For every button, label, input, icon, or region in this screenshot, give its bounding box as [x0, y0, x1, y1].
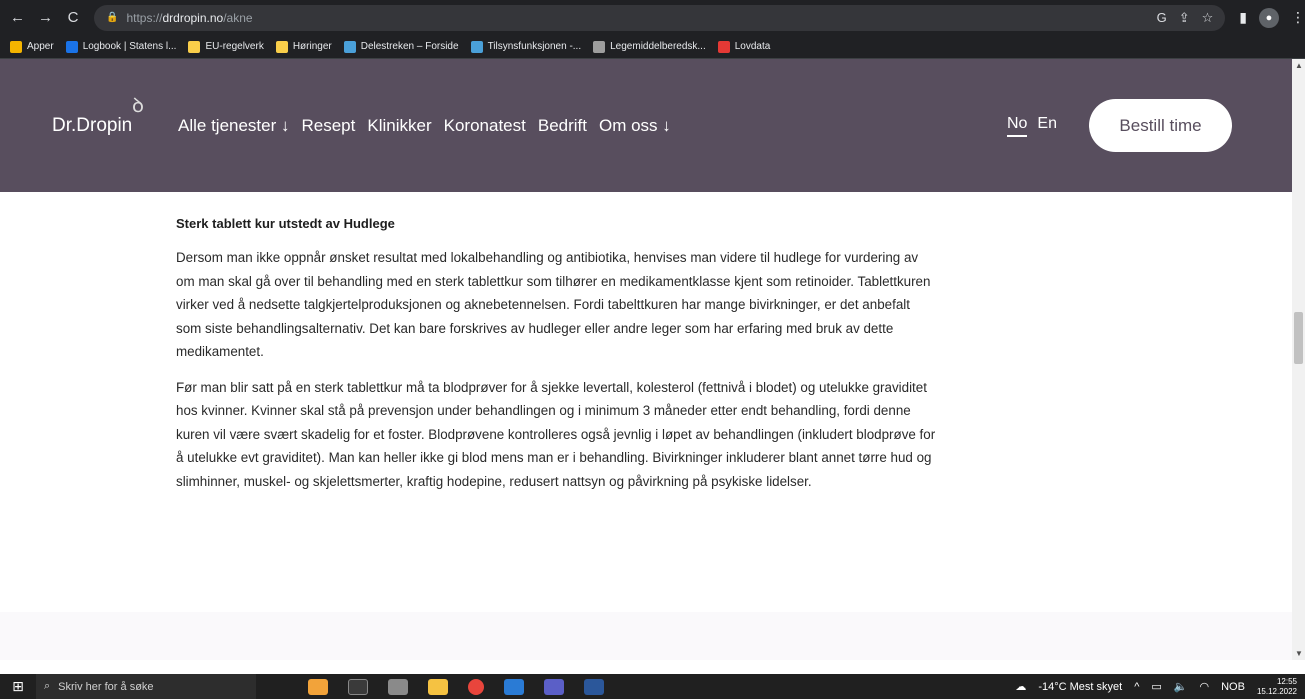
article-paragraph-1: Dersom man ikke oppnår ønsket resultat m…: [176, 250, 931, 359]
app-icon[interactable]: [388, 678, 408, 695]
weather-icon: ☁: [1015, 681, 1027, 693]
word-icon[interactable]: [584, 678, 604, 695]
bookmarks-bar: Apper Logbook | Statens l... EU-regelverk H…: [0, 35, 1305, 59]
share-icon[interactable]: ⇪: [1179, 10, 1190, 26]
chevron-up-icon[interactable]: ^: [1134, 681, 1139, 693]
page-viewport: Dr.Dropin ꝺ Alle tjenester ↓ Resept Klinik…: [0, 59, 1292, 660]
teams-icon[interactable]: [544, 678, 564, 695]
bookmark-item[interactable]: Apper: [10, 40, 54, 53]
bookmark-icon: [470, 40, 483, 53]
address-bar[interactable]: 🔒 https://drdropin.no/akne G ⇪ ☆: [94, 4, 1226, 31]
scroll-up-icon[interactable]: ▲: [1295, 61, 1303, 70]
bookmark-label: Lovdata: [734, 41, 771, 52]
page-scrollbar[interactable]: ▲ ▼: [1292, 59, 1305, 660]
nav-buttons: ← → C: [10, 9, 80, 26]
url-host: drdropin.no: [162, 10, 224, 25]
widget-icon[interactable]: [308, 678, 328, 695]
menu-item[interactable]: Alle tjenester ↓: [178, 116, 290, 136]
scroll-down-icon[interactable]: ▼: [1295, 649, 1303, 658]
language-switch: No En: [1006, 115, 1057, 137]
sidepanel-icon[interactable]: ▮: [1239, 9, 1247, 26]
volume-icon[interactable]: 🔈: [1174, 680, 1188, 693]
bookmark-item[interactable]: Høringer: [275, 40, 332, 53]
article-content: Sterk tablett kur utstedt av Hudlege Der…: [176, 216, 936, 505]
bookmark-label: Tilsynsfunksjonen -...: [487, 41, 582, 52]
weather-text[interactable]: -14°C Mest skyet: [1038, 681, 1122, 693]
article-paragraph-2: Før man blir satt på en sterk tablettkur…: [176, 379, 936, 489]
file-explorer-icon[interactable]: [428, 678, 448, 695]
lang-en[interactable]: En: [1037, 115, 1057, 137]
scroll-thumb[interactable]: [1294, 312, 1303, 364]
bookmark-label: Legemiddelberedsk...: [610, 41, 706, 52]
bookmark-icon: [65, 40, 78, 53]
language-indicator[interactable]: NOB: [1221, 681, 1245, 693]
outlook-icon[interactable]: [504, 678, 524, 695]
menu-item[interactable]: Om oss ↓: [599, 116, 671, 136]
bookmark-label: Apper: [27, 41, 54, 52]
clock[interactable]: 12:55 15.12.2022: [1257, 677, 1297, 697]
taskbar: ⊞ ⌕ Skriv her for å søke ☁ -14°C Mest sk…: [0, 674, 1305, 699]
forward-icon[interactable]: →: [38, 9, 53, 26]
bookmark-label: Delestreken – Forside: [360, 41, 459, 52]
menu-item[interactable]: Klinikker: [367, 116, 431, 136]
url-path: /akne: [223, 10, 253, 25]
bookmark-item[interactable]: Legemiddelberedsk...: [593, 40, 706, 53]
reload-icon[interactable]: C: [66, 9, 80, 26]
bookmark-label: EU-regelverk: [205, 41, 264, 52]
bookmark-item[interactable]: Logbook | Statens l...: [65, 40, 177, 53]
bookmark-icon: [593, 40, 606, 53]
article-heading: Sterk tablett kur utstedt av Hudlege: [176, 216, 395, 231]
bookmark-item[interactable]: Lovdata: [717, 40, 771, 53]
book-appointment-button[interactable]: Bestill time: [1089, 99, 1232, 152]
search-icon: ⌕: [44, 680, 51, 692]
browser-toolbar: ← → C 🔒 https://drdropin.no/akne G ⇪ ☆ ▮…: [0, 0, 1305, 35]
menu-item[interactable]: Resept: [302, 116, 356, 136]
clock-date: 15.12.2022: [1256, 686, 1297, 696]
clock-time: 12:55: [1276, 676, 1297, 686]
bookmark-item[interactable]: EU-regelverk: [188, 40, 264, 53]
bookmark-item[interactable]: Tilsynsfunksjonen -...: [470, 40, 582, 53]
battery-icon[interactable]: ▭: [1151, 680, 1161, 693]
windows-start-icon[interactable]: ⊞: [0, 678, 36, 695]
site-header: Dr.Dropin ꝺ Alle tjenester ↓ Resept Klinik…: [0, 59, 1292, 192]
site-logo[interactable]: Dr.Dropin ꝺ: [52, 95, 160, 137]
bookmark-icon: [343, 40, 356, 53]
bookmark-label: Høringer: [292, 41, 332, 52]
bookmark-item[interactable]: Delestreken – Forside: [343, 40, 459, 53]
back-icon[interactable]: ←: [10, 9, 25, 26]
logo-text: Dr.Dropin: [52, 114, 133, 136]
menu-item[interactable]: Koronatest: [444, 116, 526, 136]
bookmark-label: Logbook | Statens l...: [82, 41, 177, 52]
star-icon[interactable]: ☆: [1202, 10, 1214, 26]
page-footer-area: [0, 612, 1292, 660]
lang-no[interactable]: No: [1006, 115, 1028, 137]
menu-dots-icon[interactable]: ⋮: [1291, 9, 1305, 26]
search-placeholder: Skriv her for å søke: [58, 680, 154, 693]
bookmark-icon: [188, 40, 201, 53]
url-prefix: https://: [126, 10, 163, 25]
menu-item[interactable]: Bedrift: [538, 116, 587, 136]
logo-mark-icon: ꝺ: [132, 94, 144, 117]
profile-icon[interactable]: ●: [1259, 7, 1279, 28]
chrome-icon[interactable]: [468, 678, 484, 695]
lock-icon: 🔒: [106, 12, 119, 23]
network-icon[interactable]: ◠: [1200, 680, 1210, 693]
bookmark-icon: [275, 40, 288, 53]
bookmark-icon: [717, 40, 730, 53]
taskbar-search[interactable]: ⌕ Skriv her for å søke: [36, 674, 256, 699]
bookmark-icon: [10, 40, 22, 53]
google-icon[interactable]: G: [1157, 10, 1167, 26]
task-view-icon[interactable]: [348, 678, 368, 695]
main-menu: Alle tjenester ↓ Resept Klinikker Koronates…: [178, 116, 671, 136]
